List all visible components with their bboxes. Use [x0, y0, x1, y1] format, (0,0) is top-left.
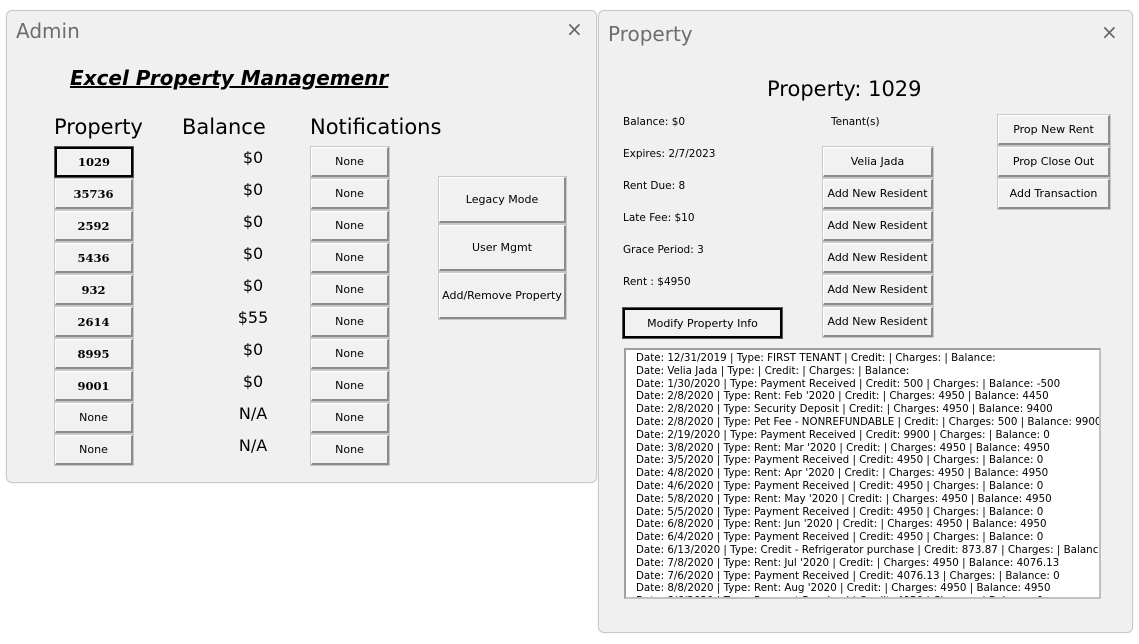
balance-value: $0 — [242, 276, 264, 295]
balance-header: Balance — [182, 115, 266, 139]
add-new-resident-button[interactable]: Add New Resident — [822, 242, 934, 274]
add-new-resident-button[interactable]: Add New Resident — [822, 210, 934, 242]
admin-titlebar: Admin × — [7, 11, 596, 51]
balance-value: $0 — [242, 212, 264, 231]
property-button[interactable]: None — [54, 434, 134, 466]
balance-value: $0 — [242, 244, 264, 263]
log-line: Date: 3/5/2020 | Type: Payment Received … — [636, 454, 1044, 467]
notification-button[interactable]: None — [310, 306, 390, 338]
prop-new-rent-button[interactable]: Prop New Rent — [997, 114, 1111, 146]
notification-button[interactable]: None — [310, 178, 390, 210]
log-line: Date: 12/31/2019 | Type: FIRST TENANT | … — [636, 352, 996, 364]
log-line: Date: 3/8/2020 | Type: Rent: Mar '2020 |… — [636, 441, 1050, 454]
property-button[interactable]: 2614 — [54, 306, 134, 338]
log-line: Date: 2/8/2020 | Type: Security Deposit … — [636, 403, 1053, 416]
log-line: Date: 5/8/2020 | Type: Rent: May '2020 |… — [636, 492, 1052, 505]
property-button[interactable]: 1029 — [54, 146, 134, 178]
grace-period-label: Grace Period: 3 — [623, 244, 704, 256]
log-line: Date: 4/8/2020 | Type: Rent: Apr '2020 |… — [636, 467, 1049, 480]
transaction-log-lines: Date: 12/31/2019 | Type: FIRST TENANT | … — [626, 350, 1101, 597]
property-heading: Property: 1029 — [767, 77, 922, 101]
log-line: Date: 4/6/2020 | Type: Payment Received … — [636, 479, 1044, 492]
balance-value: $0 — [242, 340, 264, 359]
log-line: Date: 8/8/2020 | Type: Rent: Aug '2020 |… — [636, 582, 1051, 595]
notification-button[interactable]: None — [310, 338, 390, 370]
balance-value: N/A — [238, 404, 268, 423]
log-line: Date: 7/6/2020 | Type: Payment Received … — [636, 569, 1060, 582]
prop-close-out-button[interactable]: Prop Close Out — [997, 146, 1111, 178]
log-line: Date: 7/8/2020 | Type: Rent: Jul '2020 |… — [636, 556, 1060, 569]
tenant-button-velia-jada[interactable]: Velia Jada — [822, 146, 934, 178]
property-titlebar: Property × — [599, 11, 1132, 51]
user-mgmt-button[interactable]: User Mgmt — [438, 224, 567, 272]
log-line: Date: 8/6/2020 | Type: Payment Received … — [626, 595, 1099, 597]
log-line: Date: 1/30/2020 | Type: Payment Received… — [636, 377, 1061, 390]
log-line: Date: 6/13/2020 | Type: Credit - Refrige… — [636, 543, 1101, 556]
notifications-header: Notifications — [310, 115, 442, 139]
log-line: Date: 2/8/2020 | Type: Pet Fee - NONREFU… — [636, 415, 1101, 428]
rent-due-label: Rent Due: 8 — [623, 180, 686, 192]
close-icon[interactable]: × — [566, 17, 583, 41]
property-header: Property — [54, 115, 143, 139]
notification-button[interactable]: None — [310, 274, 390, 306]
notification-button[interactable]: None — [310, 370, 390, 402]
log-line: Date: 6/4/2020 | Type: Payment Received … — [636, 531, 1044, 544]
tenants-label: Tenant(s) — [831, 116, 880, 128]
property-button[interactable]: 5436 — [54, 242, 134, 274]
expires-label: Expires: 2/7/2023 — [623, 148, 716, 160]
add-remove-property-button[interactable]: Add/Remove Property — [438, 272, 567, 320]
property-button[interactable]: 35736 — [54, 178, 134, 210]
property-window: Property × Property: 1029 Balance: $0 Ex… — [598, 10, 1133, 633]
notification-button[interactable]: None — [310, 434, 390, 466]
log-line: Date: 2/8/2020 | Type: Rent: Feb '2020 |… — [636, 390, 1049, 403]
brand-title: Excel Property Managemenr — [70, 66, 389, 90]
legacy-mode-button[interactable]: Legacy Mode — [438, 176, 567, 224]
modify-property-info-button[interactable]: Modify Property Info — [622, 307, 783, 339]
admin-window-title: Admin — [16, 19, 80, 43]
log-line: Date: 6/8/2020 | Type: Rent: Jun '2020 |… — [636, 518, 1047, 531]
notification-button[interactable]: None — [310, 402, 390, 434]
add-new-resident-button[interactable]: Add New Resident — [822, 274, 934, 306]
balance-value: $0 — [242, 180, 264, 199]
rent-label: Rent : $4950 — [623, 276, 691, 288]
notification-button[interactable]: None — [310, 146, 390, 178]
balance-value: $55 — [237, 308, 269, 327]
log-line: Date: 5/5/2020 | Type: Payment Received … — [636, 505, 1044, 518]
property-window-title: Property — [608, 22, 693, 46]
log-line: Date: Velia Jada | Type: | Credit: | Cha… — [636, 364, 910, 377]
late-fee-label: Late Fee: $10 — [623, 212, 695, 224]
property-button[interactable]: 2592 — [54, 210, 134, 242]
notification-button[interactable]: None — [310, 242, 390, 274]
property-button[interactable]: 8995 — [54, 338, 134, 370]
balance-value: $0 — [242, 148, 264, 167]
transaction-log[interactable]: Date: 12/31/2019 | Type: FIRST TENANT | … — [624, 348, 1101, 599]
balance-value: $0 — [242, 372, 264, 391]
balance-label: Balance: $0 — [623, 116, 686, 128]
add-new-resident-button[interactable]: Add New Resident — [822, 306, 934, 338]
notification-button[interactable]: None — [310, 210, 390, 242]
property-button[interactable]: 932 — [54, 274, 134, 306]
admin-window: Admin × Excel Property Managemenr Proper… — [6, 10, 597, 483]
add-new-resident-button[interactable]: Add New Resident — [822, 178, 934, 210]
close-icon[interactable]: × — [1101, 20, 1118, 44]
add-transaction-button[interactable]: Add Transaction — [997, 178, 1111, 210]
property-button[interactable]: None — [54, 402, 134, 434]
balance-value: N/A — [238, 436, 268, 455]
property-button[interactable]: 9001 — [54, 370, 134, 402]
log-line: Date: 2/19/2020 | Type: Payment Received… — [636, 428, 1050, 441]
